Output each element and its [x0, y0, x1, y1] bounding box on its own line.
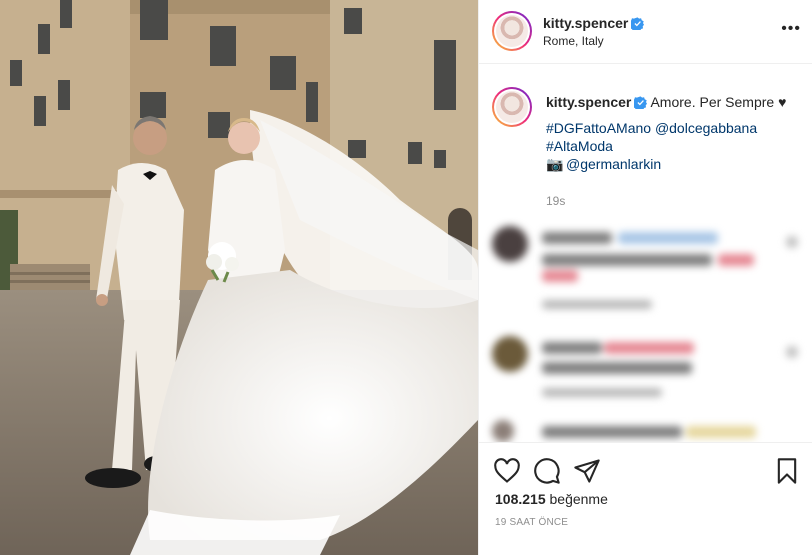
verified-badge-icon — [631, 17, 645, 30]
more-options-icon[interactable]: ••• — [781, 20, 801, 38]
bookmark-icon[interactable] — [773, 457, 801, 485]
paper-plane-icon[interactable] — [573, 457, 601, 485]
comment-blurred-1 — [492, 226, 802, 309]
author-username-text[interactable]: kitty.spencer — [543, 15, 628, 31]
post-location[interactable]: Rome, Italy — [543, 34, 604, 48]
comment-avatar — [492, 336, 528, 372]
caption-username[interactable]: kitty.spencer — [546, 94, 631, 110]
post-photo[interactable] — [0, 0, 478, 555]
comment-avatar — [492, 226, 528, 262]
caption-time: 19s — [546, 194, 566, 208]
author-avatar[interactable] — [492, 11, 532, 51]
caption-hashtag-altamoda[interactable]: #AltaModa — [546, 137, 806, 155]
author-username[interactable]: kitty.spencer — [543, 15, 645, 31]
caption-hashtags-line[interactable]: #DGFattoAMano @dolcegabbana — [546, 119, 806, 137]
posted-time[interactable]: 19 SAAT ÖNCE — [495, 517, 568, 528]
wedding-photo — [0, 0, 478, 555]
likes-word[interactable]: beğenme — [550, 491, 608, 507]
post-header: kitty.spencer Rome, Italy ••• — [479, 0, 812, 64]
verified-badge-icon — [634, 96, 648, 109]
camera-icon: 📷 — [546, 156, 564, 172]
comment-icon[interactable] — [533, 457, 561, 485]
caption-text: kitty.spencer Amore. Per Sempre ♥ #DGFat… — [546, 93, 806, 173]
caption-photographer-line: 📷 @germanlarkin — [546, 155, 806, 173]
likes-number[interactable]: 108.215 — [495, 491, 546, 507]
comment-blurred-2 — [492, 336, 802, 397]
comment-blurred-3 — [492, 420, 802, 442]
caption-message: Amore. Per Sempre ♥ — [650, 94, 787, 110]
comment-avatar — [492, 420, 514, 442]
post-panel: kitty.spencer Rome, Italy ••• kitty.spen… — [478, 0, 812, 555]
photographer-mention[interactable]: @germanlarkin — [566, 156, 661, 172]
heart-icon[interactable] — [493, 457, 521, 485]
post-actions: 108.215 beğenme 19 SAAT ÖNCE — [479, 442, 812, 554]
likes-count[interactable]: 108.215 beğenme — [495, 491, 608, 507]
caption-avatar[interactable] — [492, 87, 532, 127]
